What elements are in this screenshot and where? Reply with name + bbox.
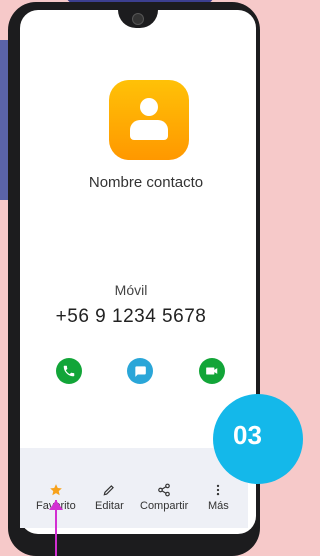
notch (118, 10, 158, 28)
share-button[interactable]: Compartir (140, 482, 188, 512)
message-icon (135, 366, 146, 377)
step-badge: 03 (213, 394, 303, 484)
message-button[interactable] (127, 358, 153, 384)
pencil-icon (103, 485, 115, 496)
video-call-button[interactable] (199, 358, 225, 384)
more-label: Más (208, 500, 229, 512)
more-vert-icon (217, 484, 220, 496)
more-button[interactable]: Más (208, 482, 229, 512)
person-icon-head (140, 98, 158, 116)
video-icon (206, 367, 218, 375)
share-label: Compartir (140, 500, 189, 512)
phone-icon (63, 365, 75, 377)
edit-button[interactable]: Editar (95, 482, 124, 512)
edit-label: Editar (95, 500, 124, 512)
step-badge-number: 03 (233, 420, 262, 450)
phone-number: +56 9 1234 5678 (55, 306, 207, 327)
star-icon (50, 484, 62, 496)
person-icon-body (130, 120, 168, 140)
pointer-arrow-head (49, 500, 63, 510)
contact-avatar (109, 80, 189, 160)
camera-icon (132, 13, 144, 25)
call-button[interactable] (56, 358, 82, 384)
contact-name: Nombre contacto (88, 174, 204, 191)
share-icon (158, 483, 170, 497)
phone-type-label: Móvil (114, 282, 148, 298)
